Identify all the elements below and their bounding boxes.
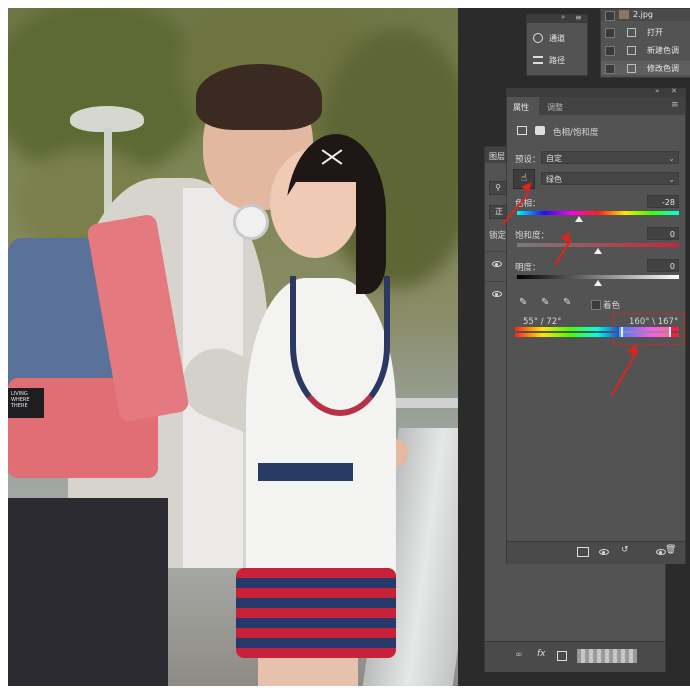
saturation-track[interactable] (517, 243, 679, 247)
layer-mask-icon[interactable] (535, 126, 545, 135)
saturation-slider-thumb[interactable] (594, 248, 602, 254)
visibility-eye-icon[interactable] (492, 291, 502, 297)
layer-filter-search-icon[interactable]: ⚲ (489, 181, 507, 195)
history-item[interactable]: 打开 (601, 25, 690, 39)
colorize-label: 着色 (603, 301, 621, 311)
document-icon (627, 46, 636, 55)
adjustment-title: 色相/饱和度 (553, 128, 599, 138)
history-item-label: 新建色调 (647, 46, 679, 55)
preset-value: 自定 (546, 154, 562, 163)
snapshot-thumbnail (619, 10, 629, 19)
collapse-icon[interactable]: » (655, 87, 659, 95)
trash-icon[interactable]: 🗑 (665, 545, 676, 555)
channels-paths-panel: » ≡ 通道 路径 (526, 13, 588, 76)
sweater-stripe (258, 463, 353, 481)
history-item-selected[interactable]: 修改色调 (601, 61, 690, 75)
history-item-label: 修改色调 (647, 64, 679, 73)
channels-label: 通道 (549, 34, 565, 43)
vest-trim (290, 276, 390, 416)
eyedropper-icon[interactable]: ✎ (519, 297, 527, 308)
hue-value-field[interactable]: -28 (647, 195, 679, 208)
checkbox-icon[interactable] (605, 64, 615, 74)
man-shorts (8, 498, 168, 686)
channel-dropdown[interactable]: 绿色 ⌄ (541, 172, 679, 185)
link-layers-icon[interactable]: ∞ (515, 650, 523, 660)
history-doc-name: 2.jpg (633, 10, 654, 19)
visibility-eye-icon[interactable] (492, 261, 502, 267)
properties-footer: ↺ 🗑 (507, 541, 685, 564)
preset-dropdown[interactable]: 自定 ⌄ (541, 151, 679, 164)
collapse-icon[interactable]: » (561, 13, 565, 21)
properties-panel: » ✕ 属性 调整 ≡ 色相/饱和度 预设： 自定 ⌄ ☝ 绿色 ⌄ 色相： -… (506, 87, 686, 564)
lightness-value-field[interactable]: 0 (647, 259, 679, 272)
panel-header: » ✕ (507, 87, 685, 97)
close-icon[interactable]: ✕ (671, 87, 677, 95)
photo-canvas: LIVING WHERE THERE (8, 8, 458, 686)
watermark-blur (577, 649, 637, 663)
reset-icon[interactable]: ↺ (621, 545, 629, 555)
tab-layers[interactable]: 图层 (489, 151, 505, 162)
railing (388, 398, 458, 408)
lightness-label: 明度： (515, 263, 541, 273)
paths-label: 路径 (549, 56, 565, 65)
fx-icon[interactable]: fx (537, 649, 546, 659)
history-snapshot-row[interactable]: 2.jpg (601, 9, 690, 21)
range-left-readout: 55° / 72° (523, 317, 562, 327)
hue-slider-thumb[interactable] (574, 216, 583, 222)
adjustment-layer-icon (517, 126, 527, 135)
checkbox-icon[interactable] (605, 46, 615, 56)
document-icon (627, 64, 636, 73)
channels-icon (533, 33, 543, 43)
document-icon (627, 28, 636, 37)
history-panel: 2.jpg 打开 新建色调 修改色调 (600, 8, 690, 78)
colorize-checkbox[interactable] (591, 300, 601, 310)
channel-value: 绿色 (546, 175, 562, 184)
woman-legs (258, 658, 358, 686)
man-hair (196, 64, 322, 130)
annotation-highlight-box (613, 313, 685, 345)
tab-adjustments[interactable]: 调整 (547, 102, 563, 113)
eyedropper-plus-icon[interactable]: ✎ (541, 297, 549, 308)
lightness-slider-thumb[interactable] (594, 280, 602, 286)
menu-icon[interactable]: ≡ (575, 13, 582, 22)
clip-to-layer-icon[interactable] (577, 547, 589, 557)
paths-icon (533, 56, 543, 64)
chevron-down-icon: ⌄ (668, 154, 675, 163)
lightness-track[interactable] (517, 275, 679, 279)
properties-tab-bar: 属性 调整 ≡ (507, 97, 685, 115)
chevron-down-icon: ⌄ (668, 175, 675, 184)
saturation-value-field[interactable]: 0 (647, 227, 679, 240)
view-previous-icon[interactable] (599, 549, 609, 555)
saturation-label: 饱和度： (515, 231, 550, 241)
preset-label: 预设： (515, 155, 541, 165)
backpack-patch: LIVING WHERE THERE (8, 388, 44, 418)
history-item-label: 打开 (647, 28, 663, 37)
checkbox-icon[interactable] (605, 11, 615, 21)
panel-header: » ≡ (527, 13, 587, 23)
panel-menu-icon[interactable]: ≡ (671, 100, 679, 110)
history-item[interactable]: 新建色调 (601, 43, 690, 57)
woman-skirt (236, 568, 396, 658)
headphones (233, 204, 269, 240)
add-mask-icon[interactable] (557, 651, 567, 661)
tab-properties-label: 属性 (513, 103, 529, 112)
layers-footer: ∞ fx (485, 641, 665, 672)
checkbox-icon[interactable] (605, 28, 615, 38)
tab-properties[interactable]: 属性 (507, 97, 539, 115)
eyedropper-minus-icon[interactable]: ✎ (563, 297, 571, 308)
hue-track[interactable] (517, 211, 679, 215)
lock-label: 锁定 (489, 231, 507, 241)
